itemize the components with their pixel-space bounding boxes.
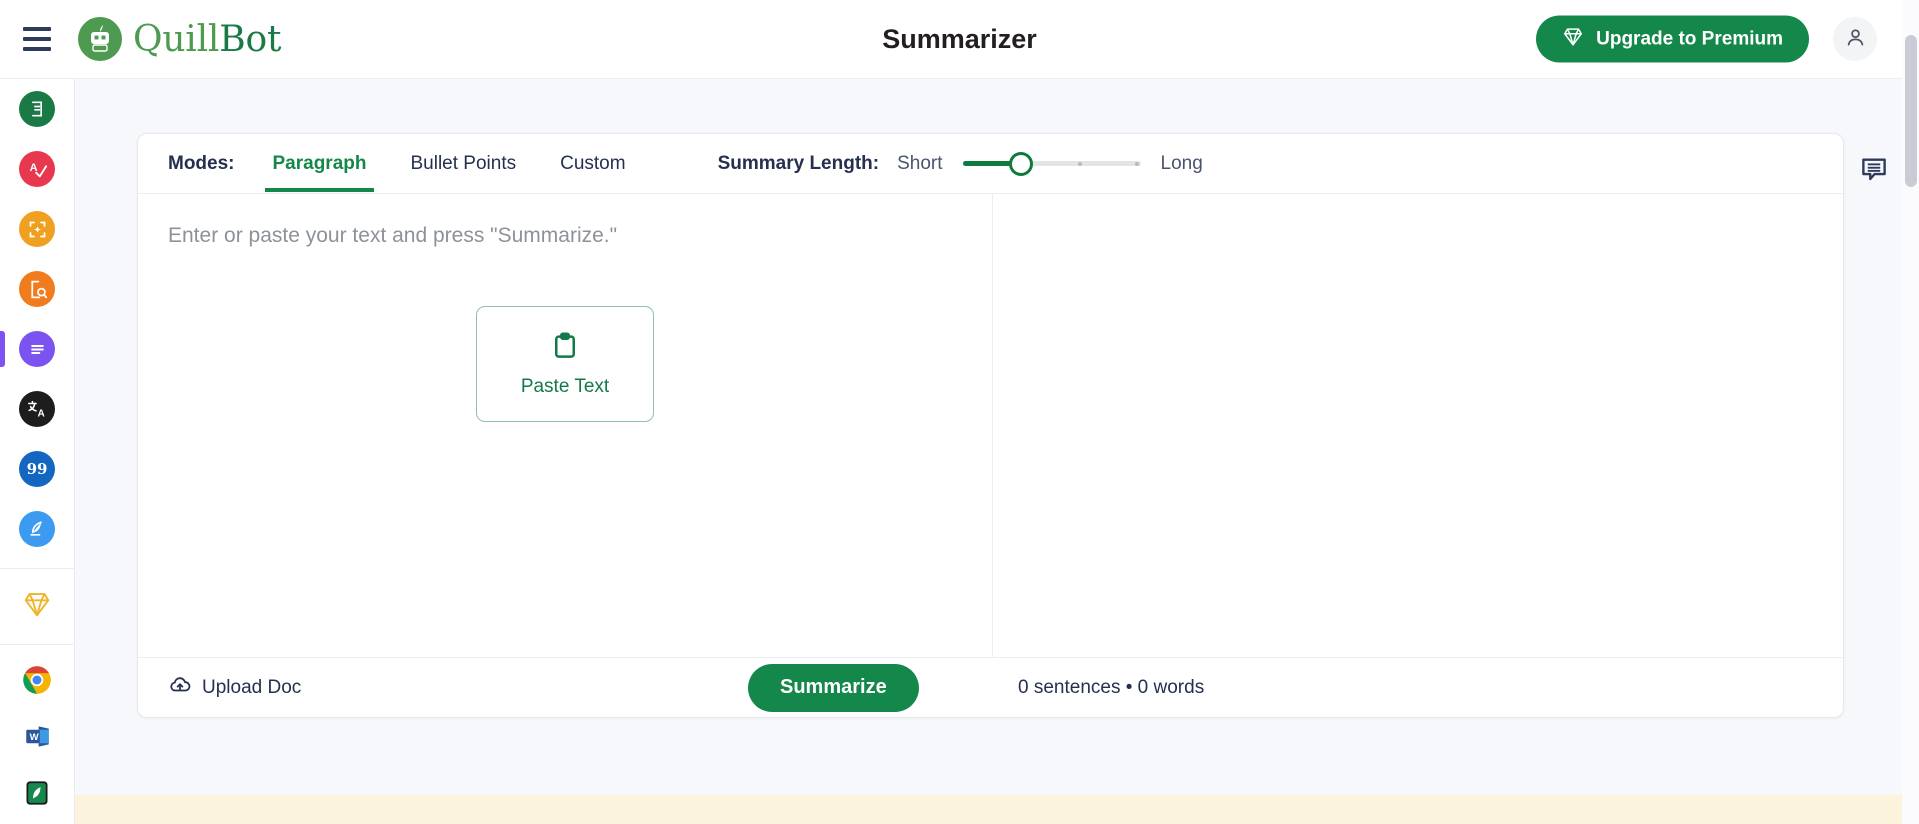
translator-icon: A	[19, 391, 55, 427]
svg-text:W: W	[29, 732, 38, 743]
quillbot-app-icon	[23, 779, 51, 812]
ai-writer-icon	[19, 511, 55, 547]
chrome-icon	[22, 665, 52, 700]
output-panel	[993, 194, 1843, 657]
summarizer-card: Modes: Paragraph Bullet Points Custom Su…	[137, 133, 1844, 718]
slider-thumb[interactable]	[1009, 151, 1034, 176]
summary-length-min-label: Short	[897, 152, 943, 174]
clipboard-icon	[550, 331, 580, 366]
plagiarism-checker-icon	[19, 271, 55, 307]
summary-length-slider[interactable]	[962, 151, 1141, 176]
app-root: QuillBot Summarizer Upgrade to Premium A…	[0, 0, 1919, 824]
sidebar-item-translator[interactable]: A	[0, 379, 74, 439]
scrollbar-thumb[interactable]	[1905, 35, 1917, 187]
input-panel[interactable]: Enter or paste your text and press "Summ…	[138, 194, 993, 657]
sidebar-divider	[0, 643, 74, 645]
slider-tick-3	[1078, 161, 1083, 166]
sidebar-item-citation-generator[interactable]: 99	[0, 439, 74, 499]
microsoft-word-icon: W	[24, 723, 51, 755]
left-sidebar: A A 99 W	[0, 79, 75, 824]
input-placeholder: Enter or paste your text and press "Summ…	[168, 224, 618, 247]
card-header: Modes: Paragraph Bullet Points Custom Su…	[138, 134, 1843, 194]
slider-tick-4	[1135, 161, 1140, 166]
word-count-status: 0 sentences • 0 words	[1018, 676, 1205, 698]
cloud-upload-icon	[168, 673, 192, 703]
summarize-button[interactable]: Summarize	[748, 663, 919, 712]
sidebar-item-plagiarism-checker[interactable]	[0, 259, 74, 319]
modes-label: Modes:	[168, 152, 235, 174]
person-icon	[1844, 26, 1867, 52]
paste-text-button[interactable]: Paste Text	[476, 306, 654, 422]
summary-length-label: Summary Length:	[717, 152, 880, 174]
sidebar-tools-group: A A 99	[0, 79, 74, 559]
diamond-premium-icon	[22, 589, 52, 624]
sidebar-item-summarizer[interactable]	[0, 319, 74, 379]
page-scrollbar[interactable]	[1902, 0, 1919, 824]
sidebar-item-ai-detector[interactable]	[0, 199, 74, 259]
ai-detector-icon	[19, 211, 55, 247]
citation-generator-icon: 99	[19, 451, 55, 487]
bottom-banner	[75, 795, 1919, 824]
upload-doc-label: Upload Doc	[202, 676, 302, 698]
sidebar-item-chrome-extension[interactable]	[0, 654, 74, 711]
feedback-chat-icon[interactable]	[1857, 152, 1891, 186]
sidebar-item-premium[interactable]	[0, 578, 74, 635]
diamond-icon	[1562, 25, 1584, 53]
svg-text:A: A	[37, 408, 45, 419]
sidebar-item-word-addin[interactable]: W	[0, 710, 74, 767]
sidebar-item-ai-writer[interactable]	[0, 499, 74, 559]
sidebar-item-grammar-checker[interactable]: A	[0, 139, 74, 199]
summary-length-max-label: Long	[1160, 152, 1203, 174]
paraphraser-icon	[19, 91, 55, 127]
grammar-checker-icon: A	[19, 151, 55, 187]
summarizer-icon	[19, 331, 55, 367]
sidebar-item-quillbot-app[interactable]	[0, 767, 74, 824]
mode-tab-bullet-points[interactable]: Bullet Points	[402, 135, 524, 192]
top-bar: QuillBot Summarizer Upgrade to Premium	[0, 0, 1919, 79]
paste-text-label: Paste Text	[520, 375, 610, 397]
sidebar-divider	[0, 568, 74, 569]
slider-tick-1	[963, 161, 968, 166]
card-footer: Upload Doc Summarize 0 sentences • 0 wor…	[138, 657, 1843, 717]
mode-tab-custom[interactable]: Custom	[552, 135, 633, 192]
upload-doc-button[interactable]: Upload Doc	[168, 673, 301, 703]
card-body: Enter or paste your text and press "Summ…	[138, 194, 1843, 657]
account-avatar-button[interactable]	[1833, 17, 1877, 61]
upgrade-button-label: Upgrade to Premium	[1596, 28, 1783, 49]
sidebar-item-paraphraser[interactable]	[0, 79, 74, 139]
summary-length-control: Summary Length: Short Long	[717, 151, 1203, 176]
upgrade-to-premium-button[interactable]: Upgrade to Premium	[1536, 15, 1809, 63]
mode-tab-paragraph[interactable]: Paragraph	[264, 135, 375, 192]
